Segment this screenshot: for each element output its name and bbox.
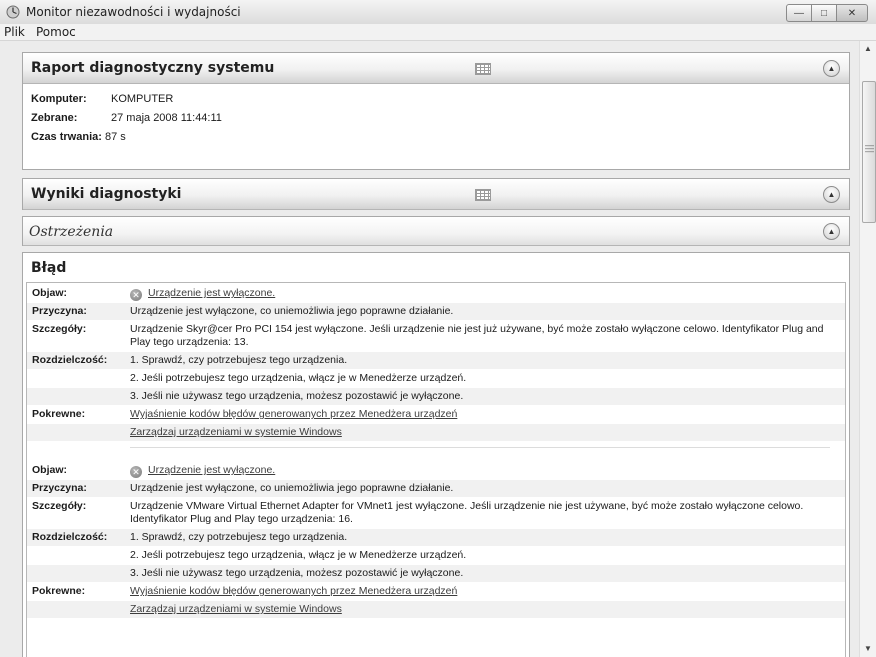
details-row: Szczegóły: Urządzenie Skyr@cer Pro PCI 1… (27, 321, 845, 351)
field-value: 2. Jeśli potrzebujesz tego urządzenia, w… (130, 549, 467, 561)
error-details-table: Objaw: ✕ Urządzenie jest wyłączone. Przyc… (26, 282, 846, 657)
collapse-up-icon[interactable]: ▲ (823, 186, 840, 203)
related-link[interactable]: Zarządzaj urządzeniami w systemie Window… (130, 603, 835, 616)
field-label: Przyczyna: (32, 305, 87, 317)
field-value: ✕ Urządzenie jest wyłączone. (130, 287, 835, 301)
info-value: 87 s (104, 131, 126, 143)
field-label: Objaw: (32, 464, 68, 476)
field-value: Urządzenie VMware Virtual Ethernet Adapt… (130, 500, 804, 525)
field-label: Szczegóły: (32, 323, 87, 335)
related-row: Zarządzaj urządzeniami w systemie Window… (27, 424, 845, 441)
info-label: Komputer: (31, 93, 87, 105)
error-x-icon: ✕ (130, 466, 142, 478)
info-row-collected: Zebrane: 27 maja 2008 11:44:11 (31, 112, 222, 124)
cause-row: Przyczyna: Urządzenie jest wyłączone, co… (27, 480, 845, 497)
field-label: Przyczyna: (32, 482, 87, 494)
report-title: Raport diagnostyczny systemu (31, 60, 275, 76)
info-label: Czas trwania: (31, 131, 102, 143)
related-row: Pokrewne: Wyjaśnienie kodów błędów gener… (27, 583, 845, 600)
field-value: 1. Sprawdź, czy potrzebujesz tego urządz… (130, 354, 348, 366)
related-row: Zarządzaj urządzeniami w systemie Window… (27, 601, 845, 618)
entry-divider (130, 447, 830, 448)
related-link[interactable]: Zarządzaj urządzeniami w systemie Window… (130, 426, 835, 439)
monitor-app-icon (6, 5, 20, 19)
results-section: Wyniki diagnostyki ▲ (22, 178, 850, 210)
info-label: Zebrane: (31, 112, 78, 124)
field-value: 3. Jeśli nie używasz tego urządzenia, mo… (130, 390, 464, 402)
field-label: Objaw: (32, 287, 68, 299)
related-link[interactable]: Wyjaśnienie kodów błędów generowanych pr… (130, 408, 835, 421)
details-row: Szczegóły: Urządzenie VMware Virtual Eth… (27, 498, 845, 528)
table-view-icon[interactable] (475, 63, 491, 75)
menu-bar: Plik Pomoc (0, 24, 876, 41)
field-value: ✕ Urządzenie jest wyłączone. (130, 464, 835, 478)
resolution-row: Rozdzielczość: 1. Sprawdź, czy potrzebuj… (27, 529, 845, 546)
field-label: Pokrewne: (32, 585, 86, 597)
field-value: Urządzenie Skyr@cer Pro PCI 154 jest wył… (130, 323, 824, 348)
vertical-scrollbar[interactable]: ▲ — — — ▼ (859, 41, 876, 657)
close-button[interactable]: ✕ (836, 4, 868, 22)
cause-row: Przyczyna: Urządzenie jest wyłączone, co… (27, 303, 845, 320)
info-row-duration: Czas trwania: 87 s (31, 131, 126, 143)
collapse-up-icon[interactable]: ▲ (823, 60, 840, 77)
collapse-up-icon[interactable]: ▲ (823, 223, 840, 240)
scrollbar-thumb[interactable]: — — — (862, 81, 876, 223)
error-title: Błąd (31, 260, 67, 276)
minimize-button[interactable]: — (786, 4, 812, 22)
resolution-row: 3. Jeśli nie używasz tego urządzenia, mo… (27, 388, 845, 405)
field-label: Pokrewne: (32, 408, 86, 420)
field-label: Rozdzielczość: (32, 531, 108, 543)
results-title: Wyniki diagnostyki (31, 186, 182, 202)
info-row-computer: Komputer: KOMPUTER (31, 93, 173, 105)
resolution-row: Rozdzielczość: 1. Sprawdź, czy potrzebuj… (27, 352, 845, 369)
error-x-icon: ✕ (130, 289, 142, 301)
warnings-section: Ostrzeżenia ▲ (22, 216, 850, 246)
grip-icon: — — — (865, 140, 874, 156)
resolution-row: 3. Jeśli nie używasz tego urządzenia, mo… (27, 565, 845, 582)
field-value: 2. Jeśli potrzebujesz tego urządzenia, w… (130, 372, 467, 384)
close-icon: ✕ (847, 7, 857, 19)
report-section: Raport diagnostyczny systemu ▲ Komputer:… (22, 52, 850, 170)
menu-file[interactable]: Plik (4, 25, 25, 39)
report-section-header[interactable]: Raport diagnostyczny systemu ▲ (23, 53, 849, 84)
error-section: Błąd Objaw: ✕ Urządzenie jest wyłączone. … (22, 252, 850, 657)
scroll-down-icon[interactable]: ▼ (864, 644, 872, 653)
info-value: KOMPUTER (111, 93, 174, 105)
maximize-icon: □ (820, 7, 828, 19)
field-value: Urządzenie jest wyłączone, co uniemożliw… (130, 482, 454, 494)
window-title: Monitor niezawodności i wydajności (26, 5, 241, 19)
minimize-icon: — (794, 7, 804, 19)
scroll-up-icon[interactable]: ▲ (864, 44, 872, 53)
report-content: Raport diagnostyczny systemu ▲ Komputer:… (0, 41, 859, 657)
table-view-icon[interactable] (475, 189, 491, 201)
window-controls: — □ ✕ (786, 4, 868, 22)
resolution-row: 2. Jeśli potrzebujesz tego urządzenia, w… (27, 370, 845, 387)
warnings-section-header[interactable]: Ostrzeżenia ▲ (23, 217, 849, 246)
symptom-row: Objaw: ✕ Urządzenie jest wyłączone. (27, 462, 845, 479)
symptom-row: Objaw: ✕ Urządzenie jest wyłączone. (27, 285, 845, 302)
maximize-button[interactable]: □ (812, 4, 836, 22)
resolution-row: 2. Jeśli potrzebujesz tego urządzenia, w… (27, 547, 845, 564)
field-value: Urządzenie jest wyłączone, co uniemożliw… (130, 305, 454, 317)
field-label: Rozdzielczość: (32, 354, 108, 366)
info-value: 27 maja 2008 11:44:11 (111, 112, 222, 124)
warnings-title: Ostrzeżenia (29, 224, 114, 240)
field-label: Szczegóły: (32, 500, 87, 512)
menu-help[interactable]: Pomoc (36, 25, 76, 39)
related-link[interactable]: Wyjaśnienie kodów błędów generowanych pr… (130, 585, 835, 598)
field-value: 1. Sprawdź, czy potrzebujesz tego urządz… (130, 531, 348, 543)
results-section-header[interactable]: Wyniki diagnostyki ▲ (23, 179, 849, 210)
symptom-link[interactable]: Urządzenie jest wyłączone. (148, 464, 275, 476)
title-bar: Monitor niezawodności i wydajności — □ ✕ (0, 0, 876, 25)
symptom-link[interactable]: Urządzenie jest wyłączone. (148, 287, 275, 299)
field-value: 3. Jeśli nie używasz tego urządzenia, mo… (130, 567, 464, 579)
related-row: Pokrewne: Wyjaśnienie kodów błędów gener… (27, 406, 845, 423)
